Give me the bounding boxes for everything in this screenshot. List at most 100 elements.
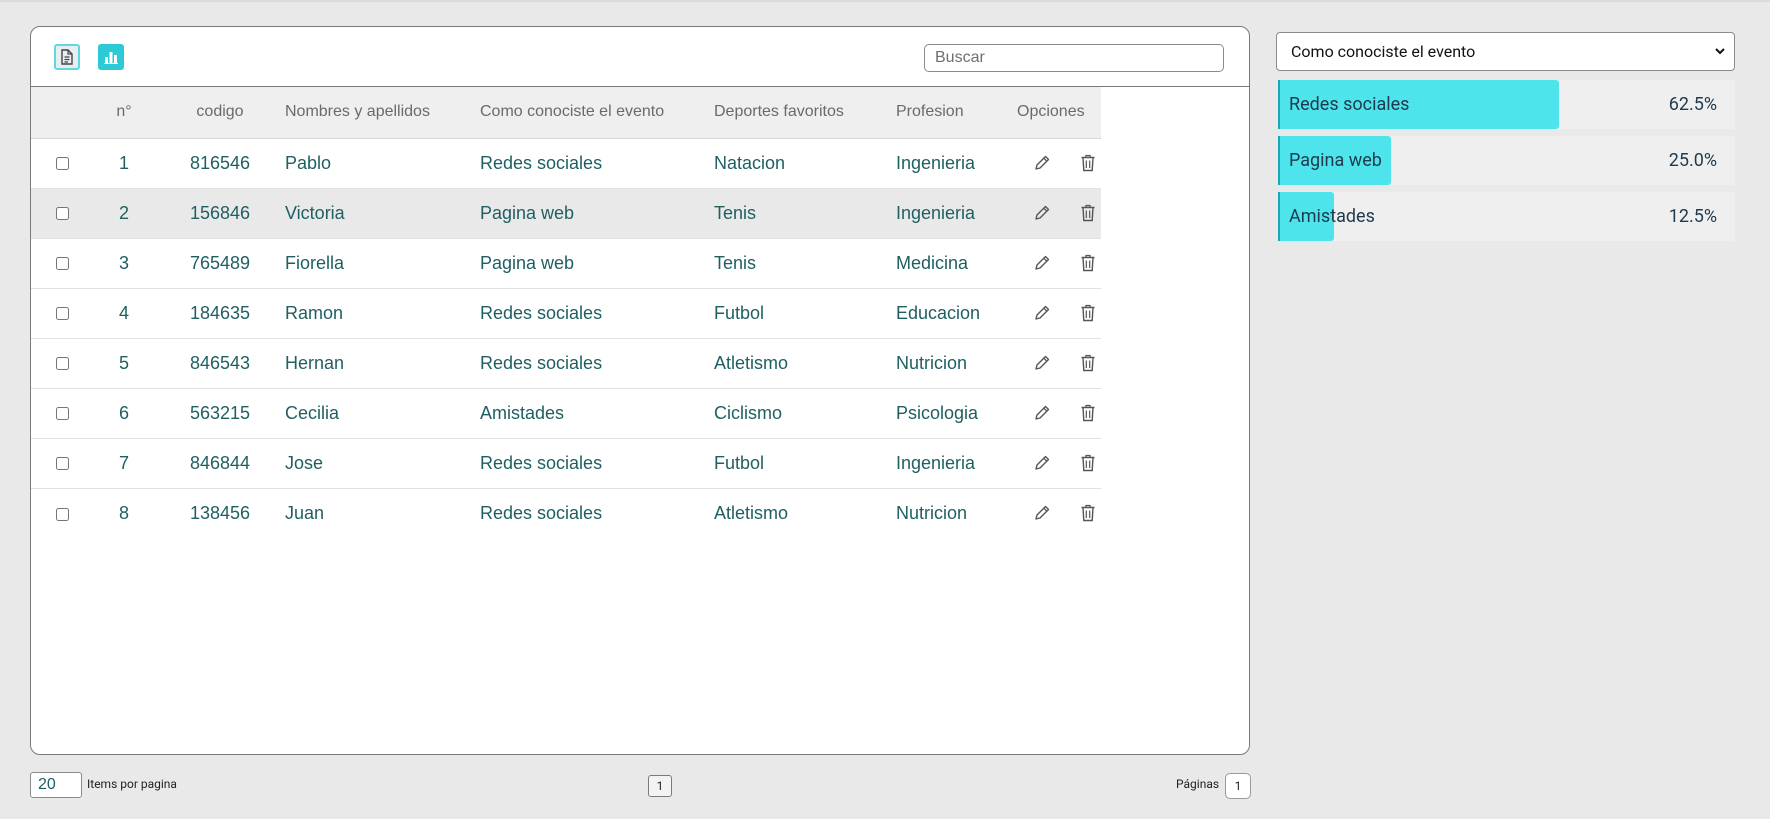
cell-deporte: Tenis	[714, 238, 896, 289]
table-row[interactable]: 4 184635 Ramon Redes sociales Futbol Edu…	[31, 288, 1101, 339]
delete-button[interactable]	[1075, 350, 1101, 376]
cell-number: 4	[93, 288, 155, 339]
cell-number: 6	[93, 388, 155, 439]
cell-number: 7	[93, 438, 155, 489]
pages-total: 1	[1225, 773, 1251, 799]
cell-number: 8	[118, 502, 129, 523]
delete-button[interactable]	[1075, 500, 1101, 526]
table-row[interactable]: 6 563215 Cecilia Amistades Ciclismo Psic…	[31, 388, 1101, 439]
row-checkbox[interactable]	[55, 507, 69, 521]
trash-icon	[1081, 204, 1095, 222]
cell-codigo: 563215	[155, 388, 285, 439]
edit-button[interactable]	[1029, 200, 1055, 226]
cell-profesion: Psicologia	[896, 388, 1017, 439]
cell-codigo: 765489	[155, 238, 285, 289]
trash-icon	[1081, 304, 1095, 322]
cell-number: 3	[93, 238, 155, 289]
stat-percent: 25.0%	[1668, 150, 1717, 171]
cell-codigo: 816546	[155, 138, 285, 189]
table-row[interactable]: 2 156846 Victoria Pagina web Tenis Ingen…	[31, 188, 1101, 239]
cell-profesion: Educacion	[896, 288, 1017, 339]
stat-label: Amistades	[1289, 206, 1375, 227]
table-row[interactable]: 1 816546 Pablo Redes sociales Natacion I…	[31, 138, 1101, 189]
cell-nombre: Ramon	[285, 288, 480, 339]
header-nombres[interactable]: Nombres y apellidos	[285, 87, 480, 139]
trash-icon	[1081, 354, 1095, 372]
records-table: n° codigo Nombres y apellidos Como conoc…	[31, 87, 1101, 538]
cell-deporte: Natacion	[714, 138, 896, 189]
edit-button[interactable]	[1029, 450, 1055, 476]
delete-button[interactable]	[1075, 150, 1101, 176]
table-header-row: n° codigo Nombres y apellidos Como conoc…	[31, 87, 1101, 139]
cell-codigo: 184635	[155, 288, 285, 339]
stat-percent: 62.5%	[1668, 94, 1717, 115]
row-checkbox[interactable]	[55, 457, 69, 471]
cell-profesion: Medicina	[896, 238, 1017, 289]
row-checkbox[interactable]	[55, 257, 69, 271]
stat-row: Amistades 12.5%	[1278, 192, 1735, 241]
edit-button[interactable]	[1029, 300, 1055, 326]
cell-como-conociste: Redes sociales	[480, 288, 714, 339]
edit-button[interactable]	[1029, 350, 1055, 376]
edit-button[interactable]	[1029, 500, 1055, 526]
cell-codigo: 846844	[155, 438, 285, 489]
cell-codigo: 138456	[189, 502, 251, 523]
stat-row: Redes sociales 62.5%	[1278, 80, 1735, 129]
row-checkbox[interactable]	[55, 407, 69, 421]
table-row[interactable]: 3 765489 Fiorella Pagina web Tenis Medic…	[31, 238, 1101, 289]
edit-button[interactable]	[1029, 250, 1055, 276]
delete-button[interactable]	[1075, 250, 1101, 276]
chart-view-button[interactable]	[98, 44, 124, 70]
stat-label: Redes sociales	[1289, 94, 1410, 115]
trash-icon	[1081, 154, 1095, 172]
items-per-page-input[interactable]	[30, 772, 82, 798]
cell-deporte: Atletismo	[714, 338, 896, 389]
stat-label: Pagina web	[1289, 150, 1382, 171]
row-checkbox[interactable]	[55, 207, 69, 221]
cell-nombre: Fiorella	[285, 238, 480, 289]
delete-button[interactable]	[1075, 200, 1101, 226]
table-view-button[interactable]	[54, 44, 80, 70]
search-input[interactable]	[924, 44, 1224, 72]
row-checkbox[interactable]	[55, 357, 69, 371]
edit-button[interactable]	[1029, 150, 1055, 176]
cell-como-conociste: Redes sociales	[480, 502, 603, 523]
table-row[interactable]: 5 846543 Hernan Redes sociales Atletismo…	[31, 338, 1101, 389]
cell-nombre: Jose	[285, 438, 480, 489]
field-select[interactable]: Como conociste el evento	[1276, 32, 1735, 71]
header-profesion[interactable]: Profesion	[896, 87, 1017, 139]
cell-como-conociste: Pagina web	[480, 238, 714, 289]
table-row[interactable]: 7 846844 Jose Redes sociales Futbol Inge…	[31, 438, 1101, 489]
items-per-page-label: Items por pagina	[87, 777, 177, 791]
pencil-icon	[1035, 455, 1050, 470]
header-codigo[interactable]: codigo	[155, 87, 285, 139]
header-deportes[interactable]: Deportes favoritos	[714, 87, 896, 139]
row-checkbox[interactable]	[55, 157, 69, 171]
delete-button[interactable]	[1075, 450, 1101, 476]
chevron-down-icon	[1715, 48, 1725, 55]
header-como-conociste[interactable]: Como conociste el evento	[480, 87, 714, 139]
header-select	[31, 87, 93, 139]
pencil-icon	[1035, 355, 1050, 370]
cell-como-conociste: Amistades	[480, 388, 714, 439]
row-checkbox[interactable]	[55, 307, 69, 321]
bar-chart-icon	[104, 52, 118, 64]
pages-label: Páginas	[1176, 777, 1220, 791]
cell-nombre: Pablo	[285, 138, 480, 189]
cell-nombre: Victoria	[285, 188, 480, 239]
cell-number: 1	[93, 138, 155, 189]
trash-icon	[1081, 404, 1095, 422]
cell-como-conociste: Redes sociales	[480, 338, 714, 389]
page-1-button[interactable]: 1	[648, 775, 672, 797]
table-row[interactable]: 8 138456 Juan Redes sociales Atletismo N…	[31, 488, 1101, 538]
field-select-value: Como conociste el evento	[1291, 42, 1476, 61]
delete-button[interactable]	[1075, 400, 1101, 426]
header-number[interactable]: n°	[93, 87, 155, 139]
trash-icon	[1081, 505, 1095, 522]
cell-profesion: Ingenieria	[896, 188, 1017, 239]
data-table-panel: n° codigo Nombres y apellidos Como conoc…	[30, 26, 1250, 755]
edit-button[interactable]	[1029, 400, 1055, 426]
delete-button[interactable]	[1075, 300, 1101, 326]
cell-deporte: Tenis	[714, 188, 896, 239]
header-opciones: Opciones	[1017, 87, 1101, 139]
